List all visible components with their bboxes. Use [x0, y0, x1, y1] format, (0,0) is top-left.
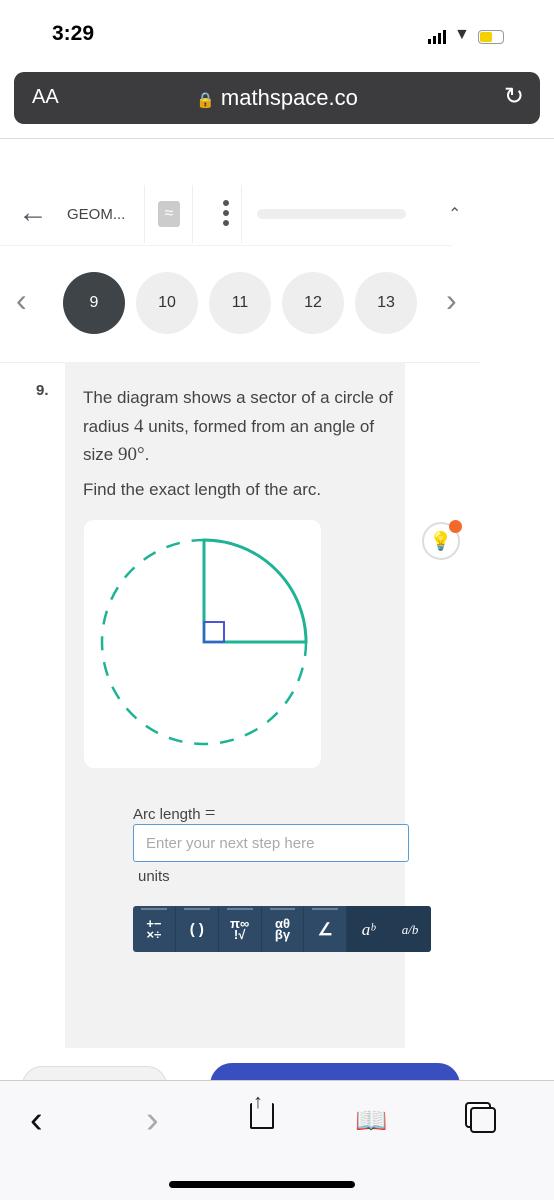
divider: [0, 245, 452, 246]
more-options-icon[interactable]: [223, 200, 229, 226]
operators-key[interactable]: +− ×÷: [133, 906, 176, 952]
signal-icon: [428, 30, 446, 44]
angle-value: 90°: [117, 444, 145, 465]
answer-input[interactable]: Enter your next step here: [133, 824, 409, 862]
status-icons: ▼: [428, 26, 504, 44]
bookmarks-icon[interactable]: 📖: [355, 1105, 387, 1136]
pager-item-12[interactable]: 12: [282, 272, 344, 334]
unit-label: units: [138, 868, 170, 885]
divider: [241, 185, 242, 243]
question-text: The diagram shows a sector of a circle o…: [83, 384, 393, 504]
lightbulb-icon: 💡: [429, 531, 453, 551]
divider: [0, 138, 554, 139]
browser-back-icon[interactable]: ‹: [30, 1099, 43, 1142]
math-keyboard-toolbar: +− ×÷ ( ) π∞ !√ αθ βγ ∠ aᵇ a/b: [133, 906, 431, 952]
hint-badge: [449, 520, 462, 533]
tabs-icon[interactable]: [470, 1107, 496, 1133]
pi-infinity-key[interactable]: π∞ !√: [219, 906, 262, 952]
pager-item-13[interactable]: 13: [355, 272, 417, 334]
progress-bar: [257, 209, 406, 219]
chevron-up-icon[interactable]: ⌃: [448, 204, 461, 224]
back-arrow-icon[interactable]: ←: [18, 196, 48, 230]
url-text: 🔒 mathspace.co: [14, 85, 540, 111]
pager-item-11[interactable]: 11: [209, 272, 271, 334]
brackets-key[interactable]: ( ): [176, 906, 219, 952]
exponent-key[interactable]: aᵇ: [347, 906, 390, 952]
sector-diagram: [100, 538, 308, 746]
divider: [144, 185, 145, 243]
pager-next-icon[interactable]: ›: [446, 282, 457, 319]
battery-icon: [477, 30, 504, 44]
pager-item-9[interactable]: 9: [63, 272, 125, 334]
angle-key[interactable]: ∠: [304, 906, 348, 952]
safari-toolbar: ‹ › ↑ 📖: [0, 1080, 554, 1200]
wifi-icon: ▼: [454, 26, 470, 43]
browser-forward-icon[interactable]: ›: [146, 1099, 159, 1142]
radius-value: 4: [134, 415, 144, 437]
question-text-3: .: [144, 445, 150, 464]
right-angle-marker: [203, 621, 225, 643]
reload-icon[interactable]: ↻: [504, 82, 524, 111]
pager-prev-icon[interactable]: ‹: [16, 282, 27, 319]
url: mathspace.co: [220, 85, 358, 110]
lock-icon: 🔒: [196, 92, 215, 109]
share-arrow-icon: ↑: [253, 1091, 263, 1113]
diagram-card: [84, 520, 321, 768]
question-prompt: Find the exact length of the arc.: [83, 479, 322, 499]
pager-item-10[interactable]: 10: [136, 272, 198, 334]
greek-letters-key[interactable]: αθ βγ: [262, 906, 305, 952]
assignment-title[interactable]: GEOM...: [67, 206, 125, 223]
hint-button[interactable]: 💡: [422, 520, 462, 560]
status-time: 3:29: [52, 22, 95, 45]
question-number: 9.: [36, 382, 49, 399]
address-bar[interactable]: AA 🔒 mathspace.co ↻: [14, 72, 540, 124]
divider: [192, 185, 193, 243]
answer-label: Arc length =: [133, 803, 216, 824]
home-indicator: [169, 1181, 355, 1188]
mathspace-logo-icon[interactable]: ≈: [158, 201, 180, 227]
fraction-key[interactable]: a/b: [389, 906, 431, 952]
sector: [202, 538, 308, 644]
